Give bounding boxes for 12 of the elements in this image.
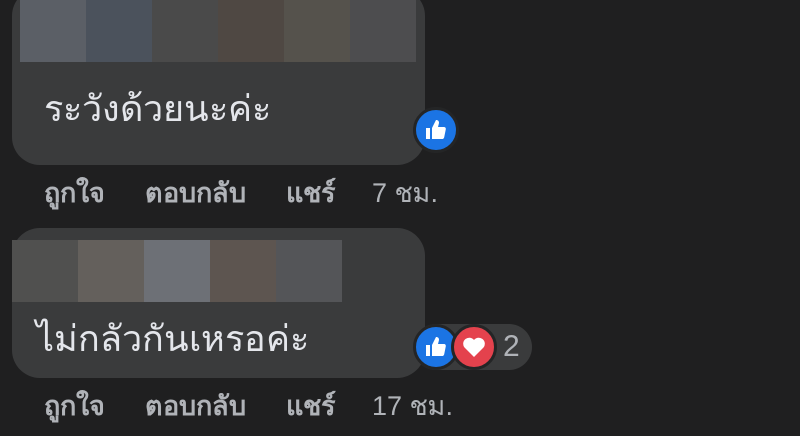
action-link[interactable]: ถูกใจ xyxy=(44,173,105,214)
comment-text: ระวังด้วยนะค่ะ xyxy=(43,87,272,131)
action-link[interactable]: แชร์ xyxy=(286,173,336,214)
timestamp: 17 ชม. xyxy=(372,390,454,422)
like-icon xyxy=(413,107,459,153)
action-link[interactable]: ตอบกลับ xyxy=(145,386,246,426)
action-link[interactable]: แชร์ xyxy=(286,386,336,426)
action-link[interactable]: ตอบกลับ xyxy=(145,173,246,214)
comment-text: ไม่กลัวกันเหรอค่ะ xyxy=(12,312,425,366)
reaction-count: 2 xyxy=(503,329,520,365)
timestamp: 7 ชม. xyxy=(372,177,438,210)
action-link[interactable]: ถูกใจ xyxy=(44,386,105,426)
